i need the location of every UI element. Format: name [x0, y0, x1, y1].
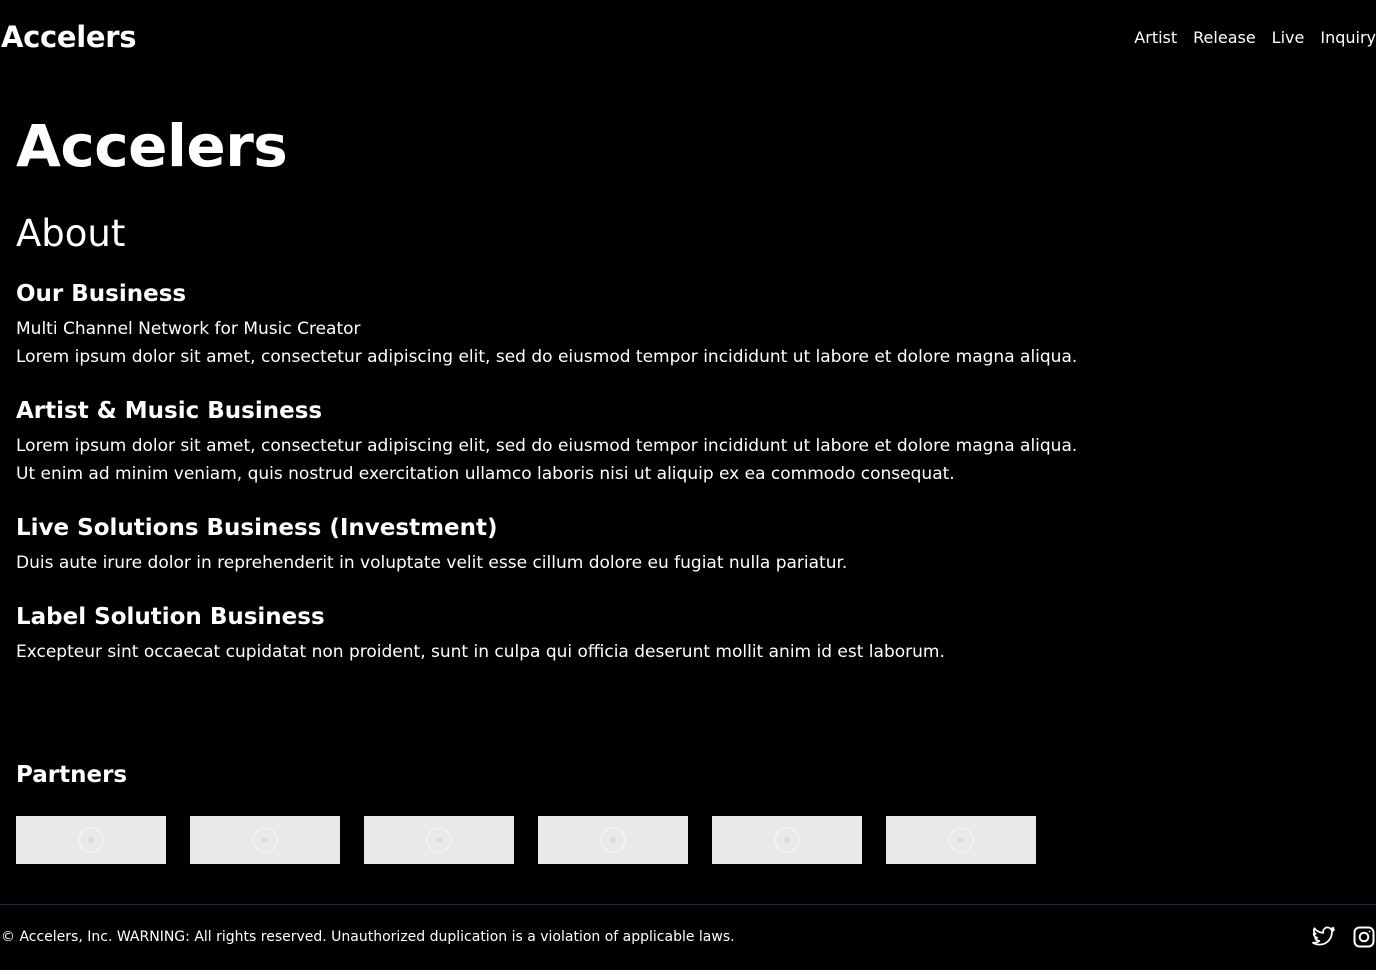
image-placeholder-icon — [948, 827, 974, 853]
partner-logo — [712, 816, 862, 864]
nav-link-live[interactable]: Live — [1272, 28, 1305, 47]
partner-logo — [538, 816, 688, 864]
page-title: Accelers — [16, 112, 288, 180]
instagram-link[interactable] — [1352, 925, 1376, 949]
block-line: Ut enim ad minim veniam, quis nostrud ex… — [16, 464, 955, 484]
partner-logo — [886, 816, 1036, 864]
nav-link-artist[interactable]: Artist — [1134, 28, 1177, 47]
brand-logo-link[interactable]: Accelers — [1, 20, 137, 54]
twitter-icon — [1312, 926, 1335, 946]
partner-logos — [16, 816, 1036, 864]
block-heading: Artist & Music Business — [16, 398, 323, 424]
image-placeholder-icon — [426, 827, 452, 853]
image-placeholder-icon — [774, 827, 800, 853]
twitter-link[interactable] — [1312, 925, 1336, 949]
partners-title: Partners — [16, 762, 128, 788]
partner-logo — [364, 816, 514, 864]
block-heading: Live Solutions Business (Investment) — [16, 515, 498, 541]
business-block-our-business: Our Business Multi Channel Network for M… — [16, 278, 1360, 371]
copyright-text: © Accelers, Inc. WARNING: All rights res… — [1, 929, 735, 945]
nav-link-release[interactable]: Release — [1193, 28, 1256, 47]
site-header: Accelers Artist Release Live Inquiry — [0, 0, 1376, 76]
image-placeholder-icon — [78, 827, 104, 853]
site-footer: © Accelers, Inc. WARNING: All rights res… — [0, 904, 1376, 970]
partner-logo — [16, 816, 166, 864]
block-text: Excepteur sint occaecat cupidatat non pr… — [16, 638, 1360, 666]
main-nav: Artist Release Live Inquiry — [1134, 28, 1376, 47]
partner-logo — [190, 816, 340, 864]
partners-section: Partners — [16, 758, 1036, 864]
about-section-title: About — [16, 212, 126, 255]
image-placeholder-icon — [252, 827, 278, 853]
social-links — [1312, 925, 1376, 949]
block-line: Lorem ipsum dolor sit amet, consectetur … — [16, 347, 1078, 367]
business-block-label-solution: Label Solution Business Excepteur sint o… — [16, 601, 1360, 666]
block-heading: Our Business — [16, 281, 187, 307]
block-text: Multi Channel Network for Music Creator … — [16, 315, 1360, 371]
nav-link-inquiry[interactable]: Inquiry — [1320, 28, 1376, 47]
block-line: Duis aute irure dolor in reprehenderit i… — [16, 553, 848, 573]
block-line: Excepteur sint occaecat cupidatat non pr… — [16, 642, 945, 662]
block-line: Multi Channel Network for Music Creator — [16, 319, 361, 339]
business-block-artist-music: Artist & Music Business Lorem ipsum dolo… — [16, 395, 1360, 488]
block-heading: Label Solution Business — [16, 604, 325, 630]
image-placeholder-icon — [600, 827, 626, 853]
block-text: Lorem ipsum dolor sit amet, consectetur … — [16, 432, 1360, 488]
block-line: Lorem ipsum dolor sit amet, consectetur … — [16, 436, 1078, 456]
business-block-live-solutions: Live Solutions Business (Investment) Dui… — [16, 512, 1360, 577]
instagram-icon — [1353, 926, 1375, 948]
main-content: Accelers About Our Business Multi Channe… — [16, 110, 1360, 666]
block-text: Duis aute irure dolor in reprehenderit i… — [16, 549, 1360, 577]
